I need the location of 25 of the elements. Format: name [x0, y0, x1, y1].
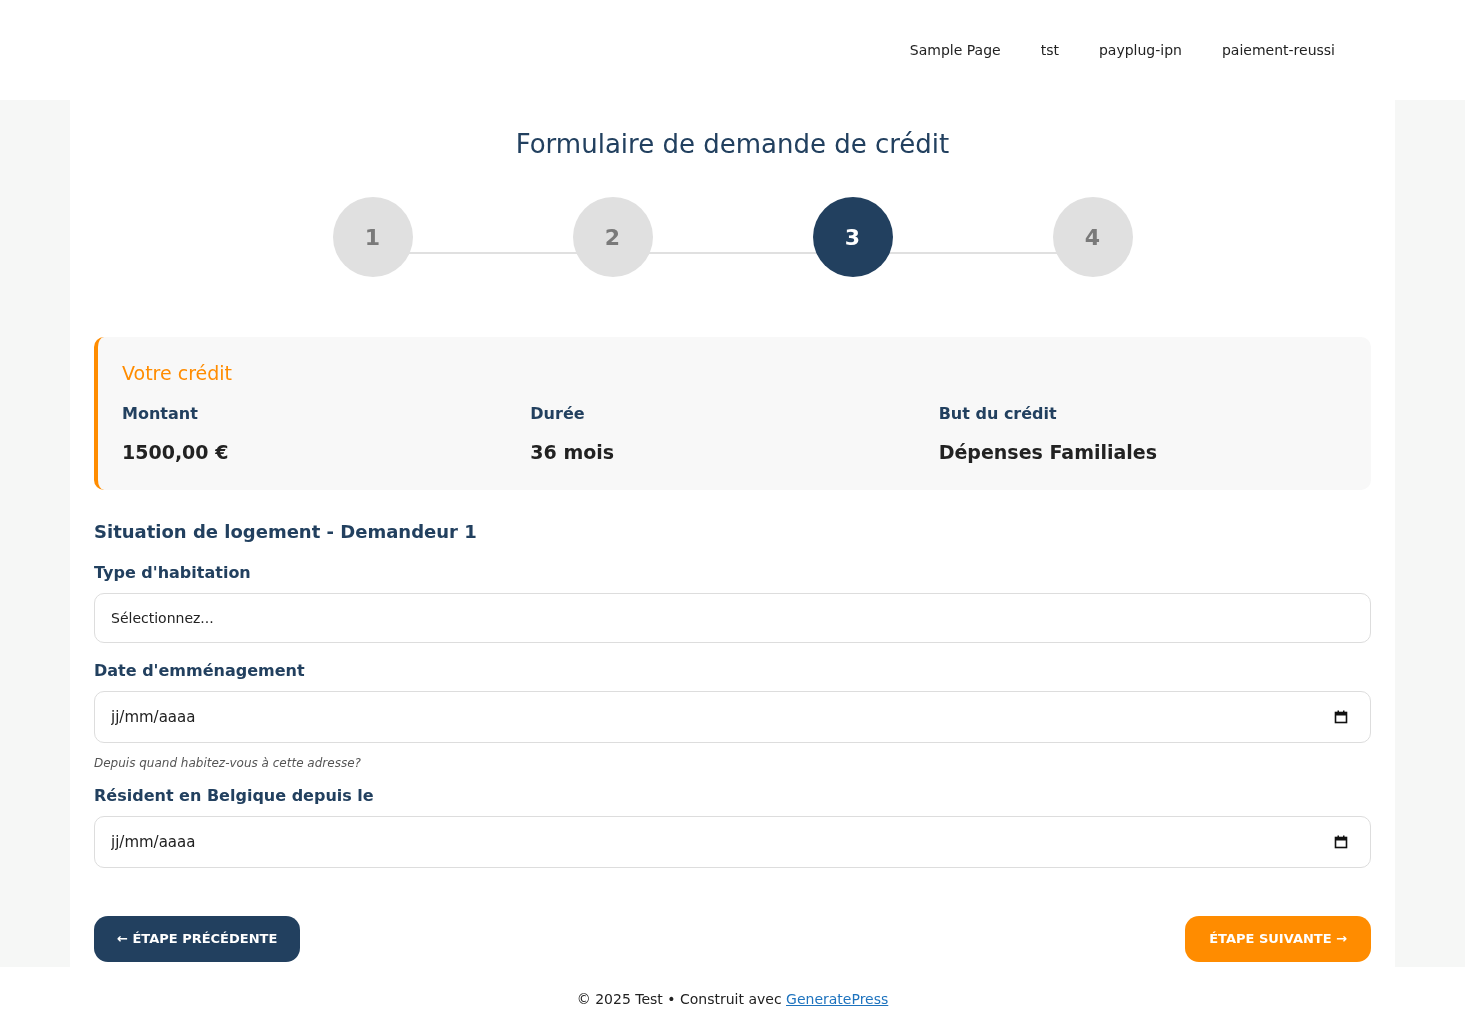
date-field[interactable]: jj/mm/aaaa — [94, 691, 1371, 743]
card-title: Votre crédit — [122, 361, 234, 386]
help-text: Depuis quand habitez-vous à cette adresse? — [94, 755, 361, 772]
footer-text: © 2025 Test • Construit avec GeneratePress — [576, 990, 889, 1009]
summary-label: Durée — [530, 402, 585, 425]
summary-value: 1500,00 € — [122, 439, 229, 465]
summary-label: Montant — [122, 402, 198, 425]
field-label: Type d'habitation — [94, 562, 251, 584]
section-title: Situation de logement - Demandeur 1 — [94, 520, 478, 544]
form-title: Formulaire de demande de crédit — [515, 128, 950, 161]
select-field[interactable]: Sélectionnez... — [94, 593, 1371, 643]
summary-value: Dépenses Familiales — [938, 439, 1157, 465]
nav-link[interactable]: Sample Page — [909, 40, 1001, 61]
field-label: Date d'emménagement — [94, 660, 305, 682]
generatepress-link[interactable]: GeneratePress — [786, 991, 889, 1007]
previous-step-button[interactable]: ← ÉTAPE PRÉCÉDENTE — [94, 916, 301, 962]
summary-value: 36 mois — [530, 439, 615, 465]
calendar-icon[interactable] — [1334, 710, 1348, 724]
summary-label: But du crédit — [938, 402, 1057, 425]
nav-link[interactable]: paiement-reussi — [1221, 40, 1335, 61]
date-field[interactable]: jj/mm/aaaa — [94, 816, 1371, 868]
nav-link[interactable]: tst — [1040, 40, 1059, 61]
calendar-icon[interactable] — [1334, 835, 1348, 849]
field-label: Résident en Belgique depuis le — [94, 785, 374, 807]
nav-link[interactable]: payplug-ipn — [1098, 40, 1182, 61]
